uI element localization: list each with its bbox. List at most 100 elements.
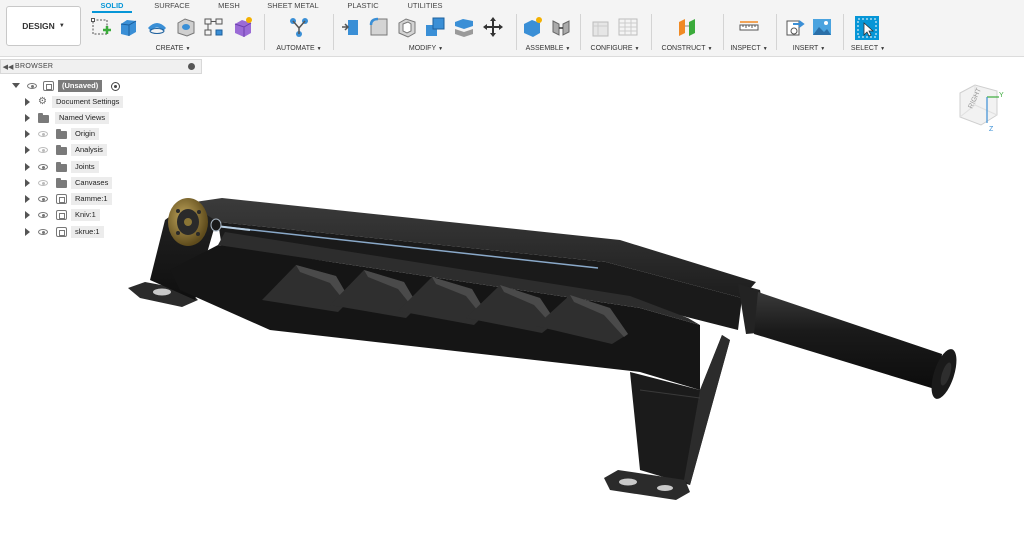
pattern-icon[interactable] xyxy=(203,16,225,38)
left-foot xyxy=(128,282,198,307)
visibility-eye-icon[interactable] xyxy=(38,164,48,170)
construct-menu[interactable]: CONSTRUCT ▼ xyxy=(656,45,718,52)
visibility-eye-icon[interactable] xyxy=(38,131,48,137)
automate-icon[interactable] xyxy=(288,16,310,38)
tab-surface[interactable]: SURFACE xyxy=(150,1,194,13)
visibility-eye-icon[interactable] xyxy=(38,180,48,186)
viewcube[interactable]: RIGHT Y Z xyxy=(955,75,1005,135)
browser-pin-icon[interactable] xyxy=(188,63,195,70)
workspace-label: DESIGN xyxy=(22,21,55,31)
offset-plane-icon[interactable] xyxy=(676,16,698,38)
collapse-browser-icon[interactable]: ◀◀ xyxy=(1,63,15,71)
separator xyxy=(580,14,581,50)
tree-label[interactable]: skrue:1 xyxy=(71,226,104,238)
extrude-icon[interactable] xyxy=(117,16,139,38)
tree-item-origin[interactable]: Origin xyxy=(0,127,200,141)
select-icon[interactable] xyxy=(855,16,879,40)
handle-end-cap xyxy=(931,349,957,399)
separator xyxy=(651,14,652,50)
tree-label[interactable]: Named Views xyxy=(55,112,110,124)
folder-icon xyxy=(56,129,67,139)
expand-triangle-icon[interactable] xyxy=(25,228,30,236)
hole-icon[interactable] xyxy=(175,16,197,38)
new-sketch-icon[interactable] xyxy=(90,16,112,38)
move-copy-icon[interactable] xyxy=(482,16,504,38)
tree-item-canvases[interactable]: Canvases xyxy=(0,176,200,190)
create-menu[interactable]: CREATE ▼ xyxy=(88,45,258,52)
tree-item-named-views[interactable]: Named Views xyxy=(0,111,200,125)
expand-triangle-icon[interactable] xyxy=(25,146,30,154)
automate-menu[interactable]: AUTOMATE ▼ xyxy=(270,45,328,52)
blade-tip xyxy=(215,225,251,231)
visibility-eye-icon[interactable] xyxy=(38,229,48,235)
press-pull-icon[interactable] xyxy=(340,16,362,38)
visibility-eye-icon[interactable] xyxy=(38,212,48,218)
tab-mesh[interactable]: MESH xyxy=(214,1,244,13)
separator xyxy=(516,14,517,50)
leg-seam xyxy=(639,389,701,399)
visibility-eye-icon[interactable] xyxy=(38,196,48,202)
expand-triangle-icon[interactable] xyxy=(25,163,30,171)
folder-icon xyxy=(56,178,67,188)
tree-item-joints[interactable]: Joints xyxy=(0,160,200,174)
create-form-icon[interactable] xyxy=(232,16,254,38)
tree-label[interactable]: Joints xyxy=(71,161,99,173)
expand-triangle-icon[interactable] xyxy=(25,130,30,138)
measure-icon[interactable] xyxy=(738,16,760,38)
tree-item-ramme[interactable]: Ramme:1 xyxy=(0,192,200,206)
visibility-eye-icon[interactable] xyxy=(38,147,48,153)
collapse-triangle-icon[interactable] xyxy=(12,83,20,88)
separator xyxy=(776,14,777,50)
visibility-eye-icon[interactable] xyxy=(27,83,37,89)
activate-radio-icon[interactable] xyxy=(111,82,120,91)
tree-item-kniv[interactable]: Kniv:1 xyxy=(0,208,200,222)
right-leg-side xyxy=(684,335,730,485)
handle-tube xyxy=(754,292,942,390)
handle-collar xyxy=(738,284,768,334)
joint-icon[interactable] xyxy=(550,16,572,38)
modify-menu[interactable]: MODIFY ▼ xyxy=(338,45,514,52)
configure-menu[interactable]: CONFIGURE ▼ xyxy=(584,45,646,52)
split-body-icon[interactable] xyxy=(453,16,475,38)
tree-label[interactable]: Document Settings xyxy=(52,96,124,108)
canvas-icon[interactable] xyxy=(811,16,833,38)
tree-label[interactable]: Ramme:1 xyxy=(71,193,112,205)
configure-icon[interactable] xyxy=(590,16,612,38)
tree-item-analysis[interactable]: Analysis xyxy=(0,143,200,157)
root-label[interactable]: (Unsaved) xyxy=(58,80,103,92)
expand-triangle-icon[interactable] xyxy=(25,179,30,187)
tree-label[interactable]: Origin xyxy=(71,128,100,140)
tree-label[interactable]: Canvases xyxy=(71,177,113,189)
y-axis-label: Y xyxy=(999,92,1004,99)
table-icon[interactable] xyxy=(617,16,639,38)
tab-sheet-metal[interactable]: SHEET METAL xyxy=(262,1,324,13)
tree-root[interactable]: (Unsaved) xyxy=(0,79,200,93)
expand-triangle-icon[interactable] xyxy=(25,211,30,219)
revolve-icon[interactable] xyxy=(146,16,168,38)
new-component-icon[interactable] xyxy=(522,16,544,38)
expand-triangle-icon[interactable] xyxy=(25,195,30,203)
tab-utilities[interactable]: UTILITIES xyxy=(404,1,446,13)
insert-derive-icon[interactable] xyxy=(784,16,806,38)
combine-icon[interactable] xyxy=(424,16,446,38)
insert-menu[interactable]: INSERT ▼ xyxy=(780,45,838,52)
shell-icon[interactable] xyxy=(396,16,418,38)
browser-title: BROWSER xyxy=(15,63,54,70)
fillet-icon[interactable] xyxy=(368,16,390,38)
folder-icon xyxy=(56,162,67,172)
workspace-switcher[interactable]: DESIGN ▼ xyxy=(6,6,81,46)
separator xyxy=(264,14,265,50)
expand-triangle-icon[interactable] xyxy=(25,114,30,122)
assemble-menu[interactable]: ASSEMBLE ▼ xyxy=(520,45,576,52)
tree-label[interactable]: Analysis xyxy=(71,144,107,156)
inspect-menu[interactable]: INSPECT ▼ xyxy=(727,45,771,52)
gear-icon: ⚙ xyxy=(38,96,47,107)
tree-item-document-settings[interactable]: ⚙ Document Settings xyxy=(0,95,200,109)
tab-plastic[interactable]: PLASTIC xyxy=(342,1,384,13)
right-foot xyxy=(604,470,690,500)
construct-group: CONSTRUCT ▼ xyxy=(656,13,718,57)
expand-triangle-icon[interactable] xyxy=(25,98,30,106)
select-menu[interactable]: SELECT ▼ xyxy=(847,45,889,52)
tree-item-skrue[interactable]: skrue:1 xyxy=(0,225,200,239)
tree-label[interactable]: Kniv:1 xyxy=(71,209,100,221)
